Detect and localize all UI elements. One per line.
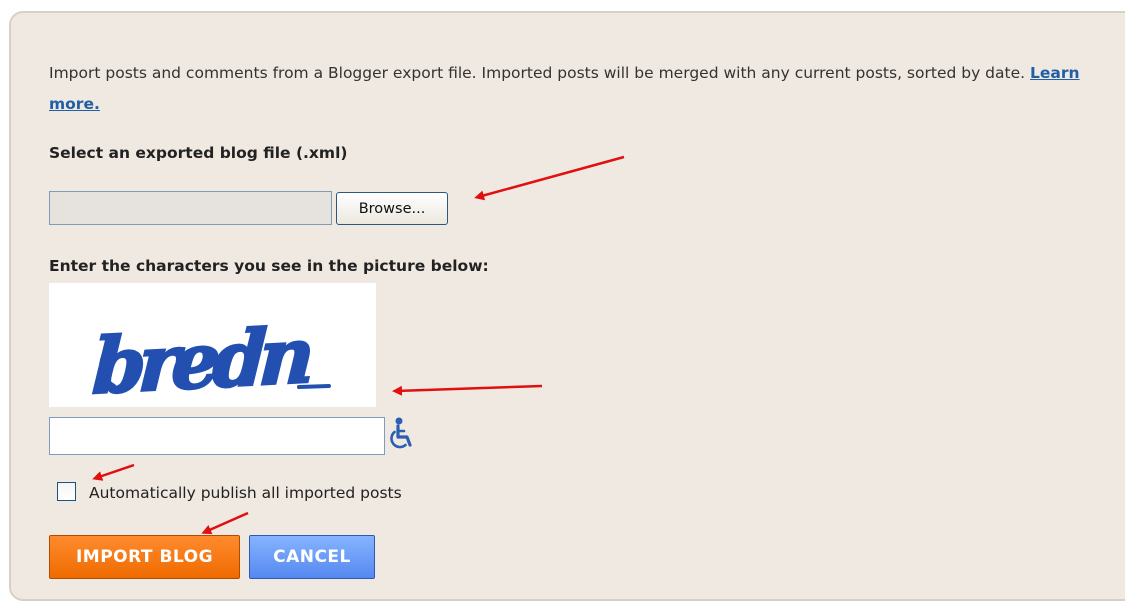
captcha-label: Enter the characters you see in the pict… — [49, 257, 489, 275]
intro-text: Import posts and comments from a Blogger… — [49, 58, 1119, 120]
file-path-field[interactable] — [49, 191, 332, 225]
captcha-text: bredn — [91, 310, 313, 407]
browse-button[interactable]: Browse... — [336, 192, 448, 225]
import-blog-button[interactable]: IMPORT BLOG — [49, 535, 240, 579]
file-select-label: Select an exported blog file (.xml) — [49, 144, 348, 162]
captcha-image: bredn — [49, 283, 376, 412]
intro-description: Import posts and comments from a Blogger… — [49, 64, 1026, 82]
cancel-button[interactable]: CANCEL — [249, 535, 375, 579]
captcha-input[interactable] — [49, 417, 385, 455]
wheelchair-icon[interactable] — [389, 415, 417, 453]
publish-checkbox-label: Automatically publish all imported posts — [89, 484, 402, 502]
publish-checkbox[interactable] — [57, 482, 76, 501]
